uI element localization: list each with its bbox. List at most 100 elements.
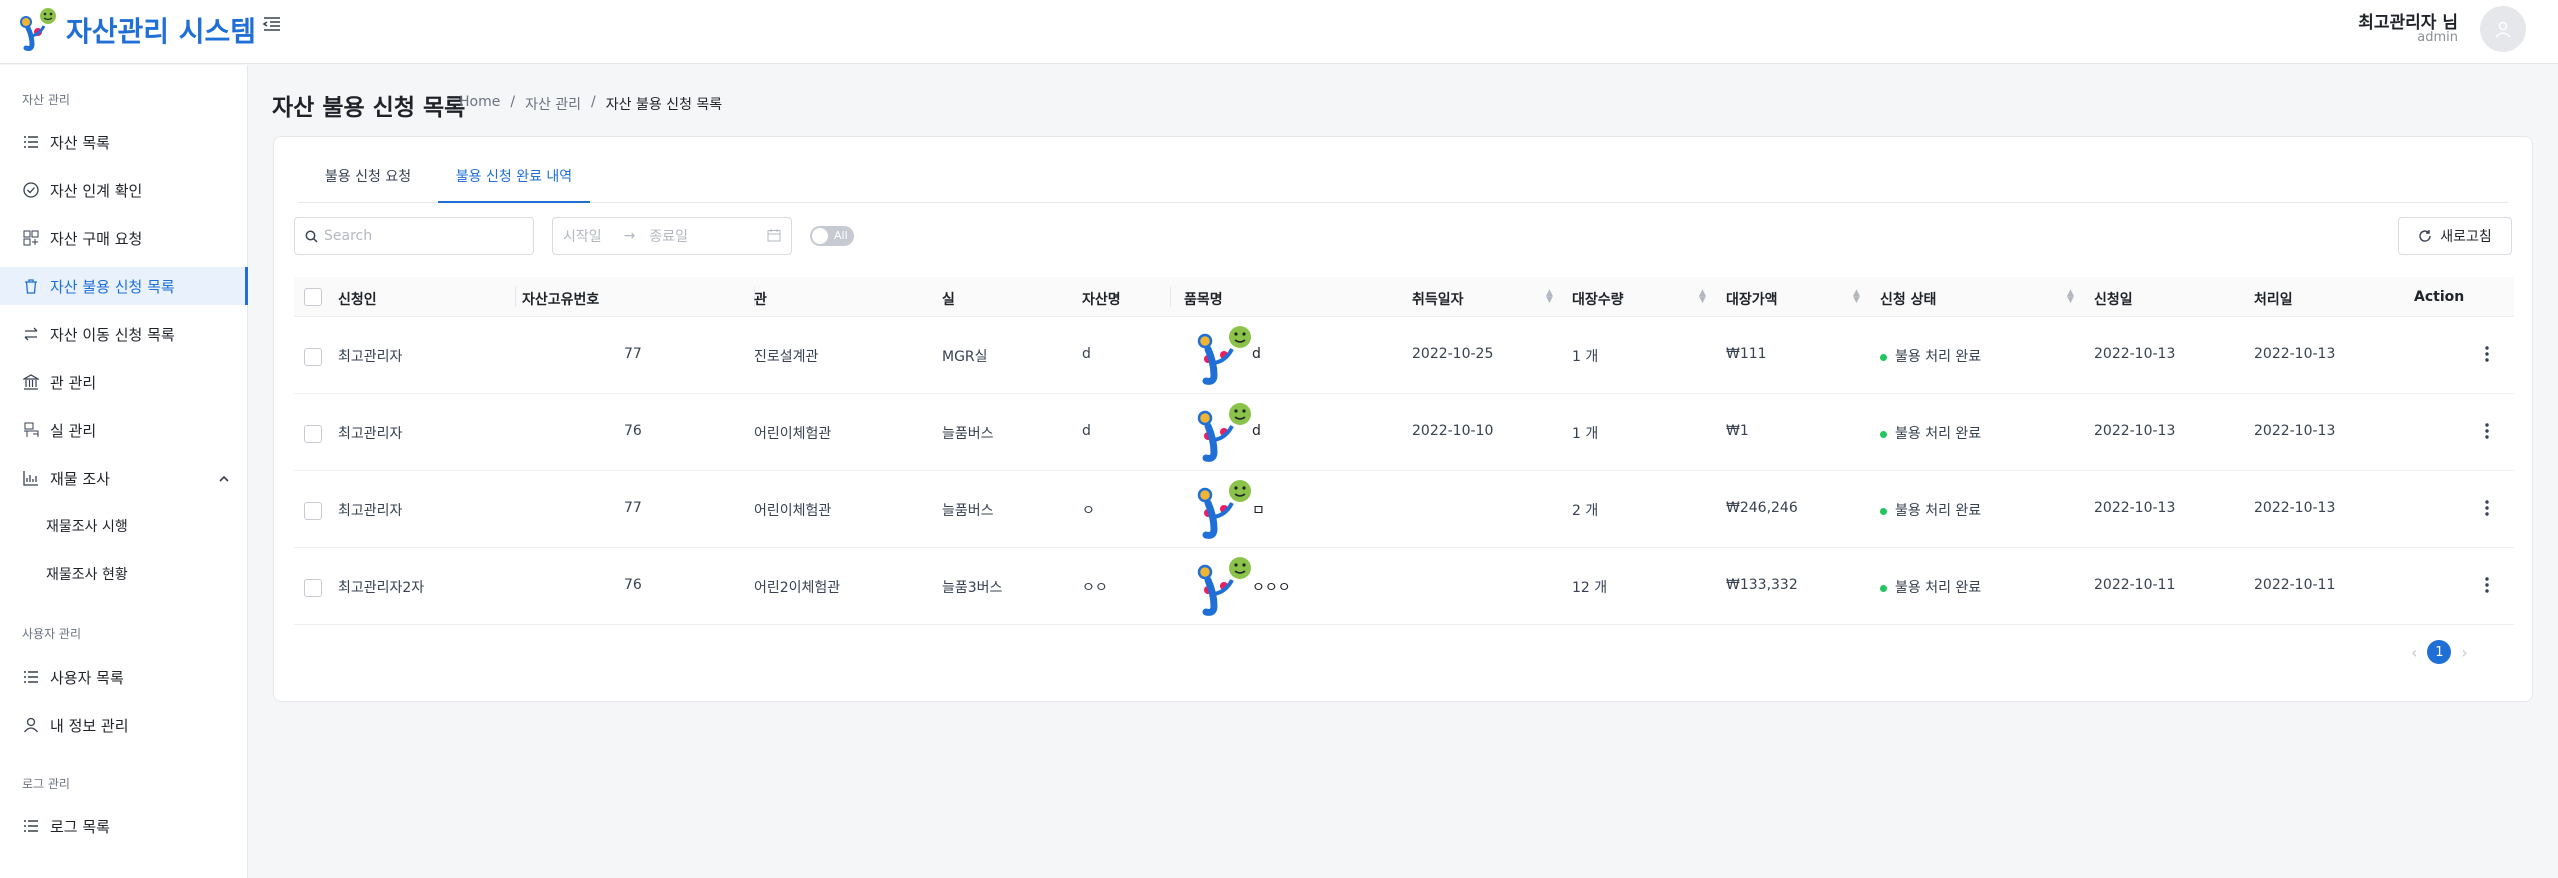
sidebar-item-inventory-run[interactable]: 재물조사 시행 [0,508,248,544]
next-page-icon[interactable]: › [2461,643,2467,662]
sidebar-item-room[interactable]: 실 관리 [0,411,248,449]
cell-applicant: 최고관리자 [338,426,403,442]
sidebar-item-label: 로그 목록 [50,817,110,836]
sidebar-item-my-info[interactable]: 내 정보 관리 [0,706,248,744]
toggle-label: All [834,229,848,242]
cell-asset-no: 77 [624,346,642,362]
sidebar-item-label: 관 관리 [50,373,97,392]
status-text: 불용 처리 완료 [1895,349,1982,365]
search-input[interactable] [324,228,524,244]
sidebar-item-label: 자산 구매 요청 [50,229,143,248]
more-vertical-icon[interactable] [2484,499,2490,521]
chevron-up-icon[interactable] [218,471,230,489]
more-vertical-icon[interactable] [2484,576,2490,598]
cell-room: 늘품버스 [942,426,994,442]
date-range-picker[interactable]: 시작일 → 종료일 [552,217,792,255]
calendar-icon [767,228,781,246]
sort-icon[interactable]: ▲ ▼ [1699,289,1706,305]
cell-applied: 2022-10-11 [2094,577,2176,593]
col-quantity[interactable]: 대장수량 [1572,289,1624,309]
table-row[interactable]: 최고관리자 77 어린이체험관 늘품버스 ㅇ ㅁ 2 개 ₩246,246 2022-10-13… [294,471,2514,548]
select-all-checkbox[interactable] [304,288,322,306]
cell-item-name: ㅇㅇㅇ [1252,580,1291,596]
col-action: Action [2414,289,2465,305]
sidebar-item-label: 사용자 목록 [50,668,124,687]
user-role: admin [2417,30,2458,45]
tab-disuse-completed[interactable]: 불용 신청 완료 내역 [438,161,590,203]
col-processed-date: 처리일 [2254,292,2293,308]
col-status[interactable]: 신청 상태 [1880,289,1936,309]
cell-processed: 2022-10-13 [2254,423,2336,439]
more-vertical-icon[interactable] [2484,422,2490,444]
table-row[interactable]: 최고관리자 77 진로설계관 MGR실 d d 2022-10-25 1 개 ₩111 2022-… [294,317,2514,394]
end-date-input[interactable]: 종료일 [649,226,688,246]
top-header: 자산관리 시스템 최고관리자 님 admin [0,0,2558,64]
search-icon [305,230,318,243]
sidebar-item-asset-list[interactable]: 자산 목록 [0,123,248,161]
table-row[interactable]: 최고관리자2자 76 어린2이체험관 늘품3버스 ㅇㅇ ㅇㅇㅇ 12 개 ₩133,332 20… [294,548,2514,625]
sidebar-item-inventory[interactable]: 재물 조사 [0,459,248,497]
sidebar-item-label: 자산 이동 신청 목록 [50,325,175,344]
cell-applied: 2022-10-13 [2094,500,2176,516]
avatar[interactable] [2480,6,2526,52]
list-icon [22,817,40,835]
sort-icon[interactable]: ▲ ▼ [1546,289,1553,305]
col-applicant: 신청인 [338,292,377,308]
menu-collapse-icon[interactable] [262,14,288,40]
sort-icon[interactable]: ▲ ▼ [2067,289,2074,305]
cell-applicant: 최고관리자 [338,503,403,519]
breadcrumb-current: 자산 불용 신청 목록 [605,97,723,113]
pagination: ‹ 1 › [2411,640,2468,664]
item-thumbnail [1194,323,1256,391]
prev-page-icon[interactable]: ‹ [2411,643,2417,662]
app-title: 자산관리 시스템 [66,15,257,48]
cell-qty: 2 개 [1572,503,1599,519]
col-applied-date: 신청일 [2094,292,2133,308]
start-date-input[interactable]: 시작일 [563,226,602,246]
sort-icon[interactable]: ▲ ▼ [1853,289,1860,305]
page-title: 자산 불용 신청 목록 [272,95,466,121]
refresh-button[interactable]: 새로고침 [2398,217,2512,255]
sidebar-item-building[interactable]: 관 관리 [0,363,248,401]
cell-processed: 2022-10-13 [2254,500,2336,516]
sidebar-item-inventory-status[interactable]: 재물조사 현황 [0,556,248,592]
sidebar-item-log-list[interactable]: 로그 목록 [0,807,248,845]
cell-applicant: 최고관리자2자 [338,580,425,596]
sidebar-item-asset-handover[interactable]: 자산 인계 확인 [0,171,248,209]
row-checkbox[interactable] [304,425,322,443]
row-checkbox[interactable] [304,502,322,520]
all-toggle[interactable]: All [810,226,854,246]
sidebar-item-user-list[interactable]: 사용자 목록 [0,658,248,696]
col-acquired-date[interactable]: 취득일자 [1412,289,1464,309]
status-dot-icon [1880,353,1887,361]
breadcrumb-home[interactable]: Home [459,94,500,114]
cell-processed: 2022-10-11 [2254,577,2336,593]
sidebar-item-asset-purchase[interactable]: 자산 구매 요청 [0,219,248,257]
sidebar-item-asset-move[interactable]: 자산 이동 신청 목록 [0,315,248,353]
page-number[interactable]: 1 [2427,640,2452,664]
row-checkbox[interactable] [304,579,322,597]
cell-value: ₩133,332 [1726,577,1798,593]
cell-room: MGR실 [942,349,988,365]
bar-chart-icon [22,469,40,487]
col-value[interactable]: 대장가액 [1726,289,1778,309]
cell-acquired: 2022-10-10 [1412,423,1494,439]
breadcrumb-asset[interactable]: 자산 관리 [525,94,581,114]
tab-disuse-request[interactable]: 불용 신청 요청 [298,161,438,203]
table-row[interactable]: 최고관리자 76 어린이체험관 늘품버스 d d 2022-10-10 1 개 ₩1 2022-1… [294,394,2514,471]
status-text: 불용 처리 완료 [1895,426,1982,442]
row-checkbox[interactable] [304,348,322,366]
item-thumbnail [1194,477,1256,545]
cell-qty: 1 개 [1572,426,1599,442]
more-vertical-icon[interactable] [2484,345,2490,367]
app-logo[interactable] [18,6,64,52]
cell-applied: 2022-10-13 [2094,423,2176,439]
col-room: 실 [942,292,955,308]
sidebar-item-label: 재물 조사 [50,469,110,488]
cell-applicant: 최고관리자 [338,349,403,365]
trash-icon [22,277,40,295]
check-circle-icon [22,181,40,199]
status-badge: 불용 처리 완료 [1880,346,1981,366]
sidebar-item-asset-disuse[interactable]: 자산 불용 신청 목록 [0,267,248,305]
sidebar-item-label: 자산 불용 신청 목록 [50,277,175,296]
